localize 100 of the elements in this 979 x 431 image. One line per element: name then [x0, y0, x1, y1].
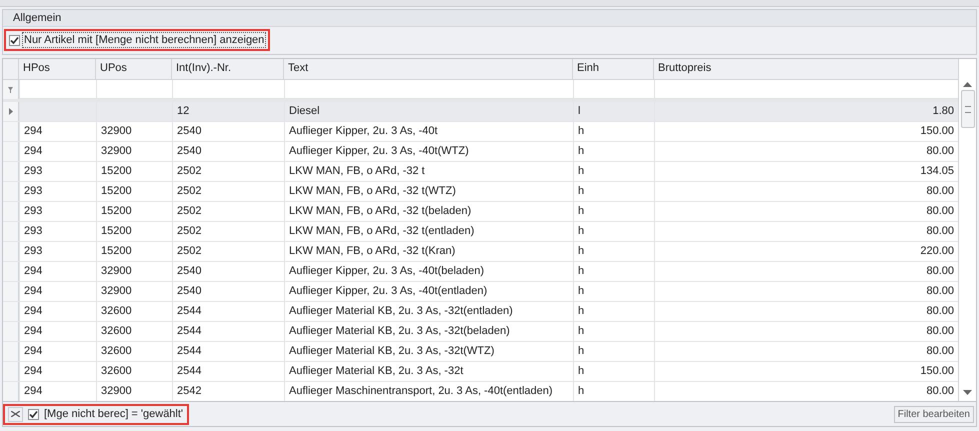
scroll-down-icon[interactable]	[963, 390, 972, 395]
table-cell: 15200	[96, 242, 172, 261]
table-cell: 294	[19, 122, 96, 141]
table-cell: h	[573, 242, 654, 261]
filter-checkbox[interactable]	[28, 408, 39, 420]
table-row[interactable]: 293 15200 2502 LKW MAN, FB, o ARd, -32 t(entladen) h 80.00	[3, 222, 958, 242]
table-cell: 12	[172, 102, 284, 121]
table-cell: 294	[19, 362, 96, 381]
filter-cell[interactable]	[284, 80, 573, 99]
table-row[interactable]: 294 32900 2540 Auflieger Kipper, 2u. 3 As, -40t(WTZ) h 80.00	[3, 142, 958, 162]
table-cell: Auflieger Material KB, 2u. 3 As, -32t	[284, 362, 573, 381]
table-cell: Auflieger Maschinentransport, 2u. 3 As, -40t(entladen)	[284, 382, 573, 401]
table-row[interactable]: 294 32600 2544 Auflieger Material KB, 2u. 3 As, -32t h 150.00	[3, 362, 958, 382]
table-cell: h	[573, 162, 654, 181]
option-checkbox[interactable]: Nur Artikel mit [Menge nicht berechnen] anzeigen	[4, 29, 270, 51]
table-cell: LKW MAN, FB, o ARd, -32 t(entladen)	[284, 222, 573, 241]
table-cell: 294	[19, 302, 96, 321]
table-cell: h	[573, 362, 654, 381]
table-cell: 2540	[172, 122, 284, 141]
table-cell: 2540	[172, 282, 284, 301]
scrollbar[interactable]	[958, 59, 976, 401]
row-header[interactable]	[3, 102, 19, 121]
table-row[interactable]: 293 15200 2502 LKW MAN, FB, o ARd, -32 t(WTZ) h 80.00	[3, 182, 958, 202]
table-cell: 294	[19, 262, 96, 281]
table-cell: 15200	[96, 182, 172, 201]
clear-filter-button[interactable]	[8, 406, 23, 422]
table-row[interactable]: 294 32900 2540 Auflieger Kipper, 2u. 3 As, -40t(entladen) h 80.00	[3, 282, 958, 302]
table-cell: 32600	[96, 322, 172, 341]
filter-cell[interactable]	[654, 80, 958, 99]
column-header[interactable]: Bruttopreis	[653, 59, 957, 79]
table-row[interactable]: 294 32900 2540 Auflieger Kipper, 2u. 3 As, -40t(beladen) h 80.00	[3, 262, 958, 282]
table-row[interactable]: 293 15200 2502 LKW MAN, FB, o ARd, -32 t(beladen) h 80.00	[3, 202, 958, 222]
scroll-thumb[interactable]	[960, 90, 974, 128]
table-cell: LKW MAN, FB, o ARd, -32 t(Kran)	[284, 242, 573, 261]
column-header[interactable]: Int(Inv).-Nr.	[171, 59, 283, 79]
table-cell: Auflieger Kipper, 2u. 3 As, -40t	[284, 122, 573, 141]
table-cell: 294	[19, 282, 96, 301]
table-cell: 32600	[96, 342, 172, 361]
table-cell: Diesel	[284, 102, 573, 121]
filter-text: [Mge nicht berec] = 'gewählt'	[44, 408, 184, 420]
table-cell: 2502	[172, 242, 284, 261]
table-row[interactable]: 12 Diesel l 1.80	[3, 102, 958, 122]
table-cell: h	[573, 122, 654, 141]
table-cell: 32600	[96, 362, 172, 381]
table-cell: 2544	[172, 302, 284, 321]
table-cell: 15200	[96, 162, 172, 181]
column-header[interactable]: Einh	[572, 59, 653, 79]
table-cell: 294	[19, 382, 96, 401]
table-row[interactable]: 294 32600 2544 Auflieger Material KB, 2u. 3 As, -32t(entladen) h 80.00	[3, 302, 958, 322]
table-cell: LKW MAN, FB, o ARd, -32 t(beladen)	[284, 202, 573, 221]
table-cell: h	[573, 322, 654, 341]
row-indicator-icon	[8, 108, 12, 115]
table-cell: h	[573, 302, 654, 321]
filter-icon	[8, 86, 13, 92]
table-row[interactable]: 294 32600 2544 Auflieger Material KB, 2u. 3 As, -32t(WTZ) h 80.00	[3, 342, 958, 362]
table-row[interactable]: 293 15200 2502 LKW MAN, FB, o ARd, -32 t h 134.05	[3, 162, 958, 182]
column-header[interactable]: UPos	[95, 59, 171, 79]
filter-cell[interactable]	[19, 80, 96, 99]
table-row[interactable]: 294 32600 2544 Auflieger Material KB, 2u. 3 As, -32t(beladen) h 80.00	[3, 322, 958, 342]
table-cell: h	[573, 382, 654, 401]
filter-cell[interactable]	[172, 80, 284, 99]
filter-cell[interactable]	[573, 80, 654, 99]
table-cell: 294	[19, 322, 96, 341]
table-row[interactable]: 294 32900 2540 Auflieger Kipper, 2u. 3 As, -40t h 150.00	[3, 122, 958, 142]
table-cell: 32900	[96, 262, 172, 281]
table-cell: 15200	[96, 222, 172, 241]
table-cell: 2502	[172, 222, 284, 241]
table-cell: 294	[19, 342, 96, 361]
table-cell: 2502	[172, 202, 284, 221]
table-cell: h	[573, 182, 654, 201]
table-cell: Auflieger Kipper, 2u. 3 As, -40t(entladen)	[284, 282, 573, 301]
column-header[interactable]: Text	[283, 59, 572, 79]
table-cell: 32900	[96, 142, 172, 161]
filter-cell[interactable]	[96, 80, 172, 99]
table-cell: 293	[19, 222, 96, 241]
table-cell: 2502	[172, 182, 284, 201]
table-cell: Auflieger Kipper, 2u. 3 As, -40t(WTZ)	[284, 142, 573, 161]
edit-filter-button[interactable]: Filter bearbeiten	[894, 406, 974, 422]
table-cell: 32900	[96, 122, 172, 141]
table-cell: 2544	[172, 322, 284, 341]
table-cell: h	[573, 342, 654, 361]
table-cell: l	[573, 102, 654, 121]
table-row[interactable]: 293 15200 2502 LKW MAN, FB, o ARd, -32 t(Kran) h 220.00	[3, 242, 958, 262]
table-cell: h	[573, 142, 654, 161]
table-cell: 293	[19, 242, 96, 261]
table-cell: LKW MAN, FB, o ARd, -32 t	[284, 162, 573, 181]
table-cell: 15200	[96, 202, 172, 221]
table-cell: Auflieger Material KB, 2u. 3 As, -32t(entladen)	[284, 302, 573, 321]
table-cell: Auflieger Material KB, 2u. 3 As, -32t(beladen)	[284, 322, 573, 341]
checkmark-icon	[10, 36, 19, 44]
column-header[interactable]: HPos	[18, 59, 95, 79]
table-cell: h	[573, 202, 654, 221]
table-cell: 2540	[172, 142, 284, 161]
table-cell: Auflieger Kipper, 2u. 3 As, -40t(beladen)	[284, 262, 573, 281]
table-cell: 293	[19, 202, 96, 221]
table-cell: LKW MAN, FB, o ARd, -32 t(WTZ)	[284, 182, 573, 201]
table-cell: 293	[19, 182, 96, 201]
table-cell: 2502	[172, 162, 284, 181]
scroll-up-icon[interactable]	[963, 82, 972, 87]
table-cell: Auflieger Material KB, 2u. 3 As, -32t(WTZ)	[284, 342, 573, 361]
